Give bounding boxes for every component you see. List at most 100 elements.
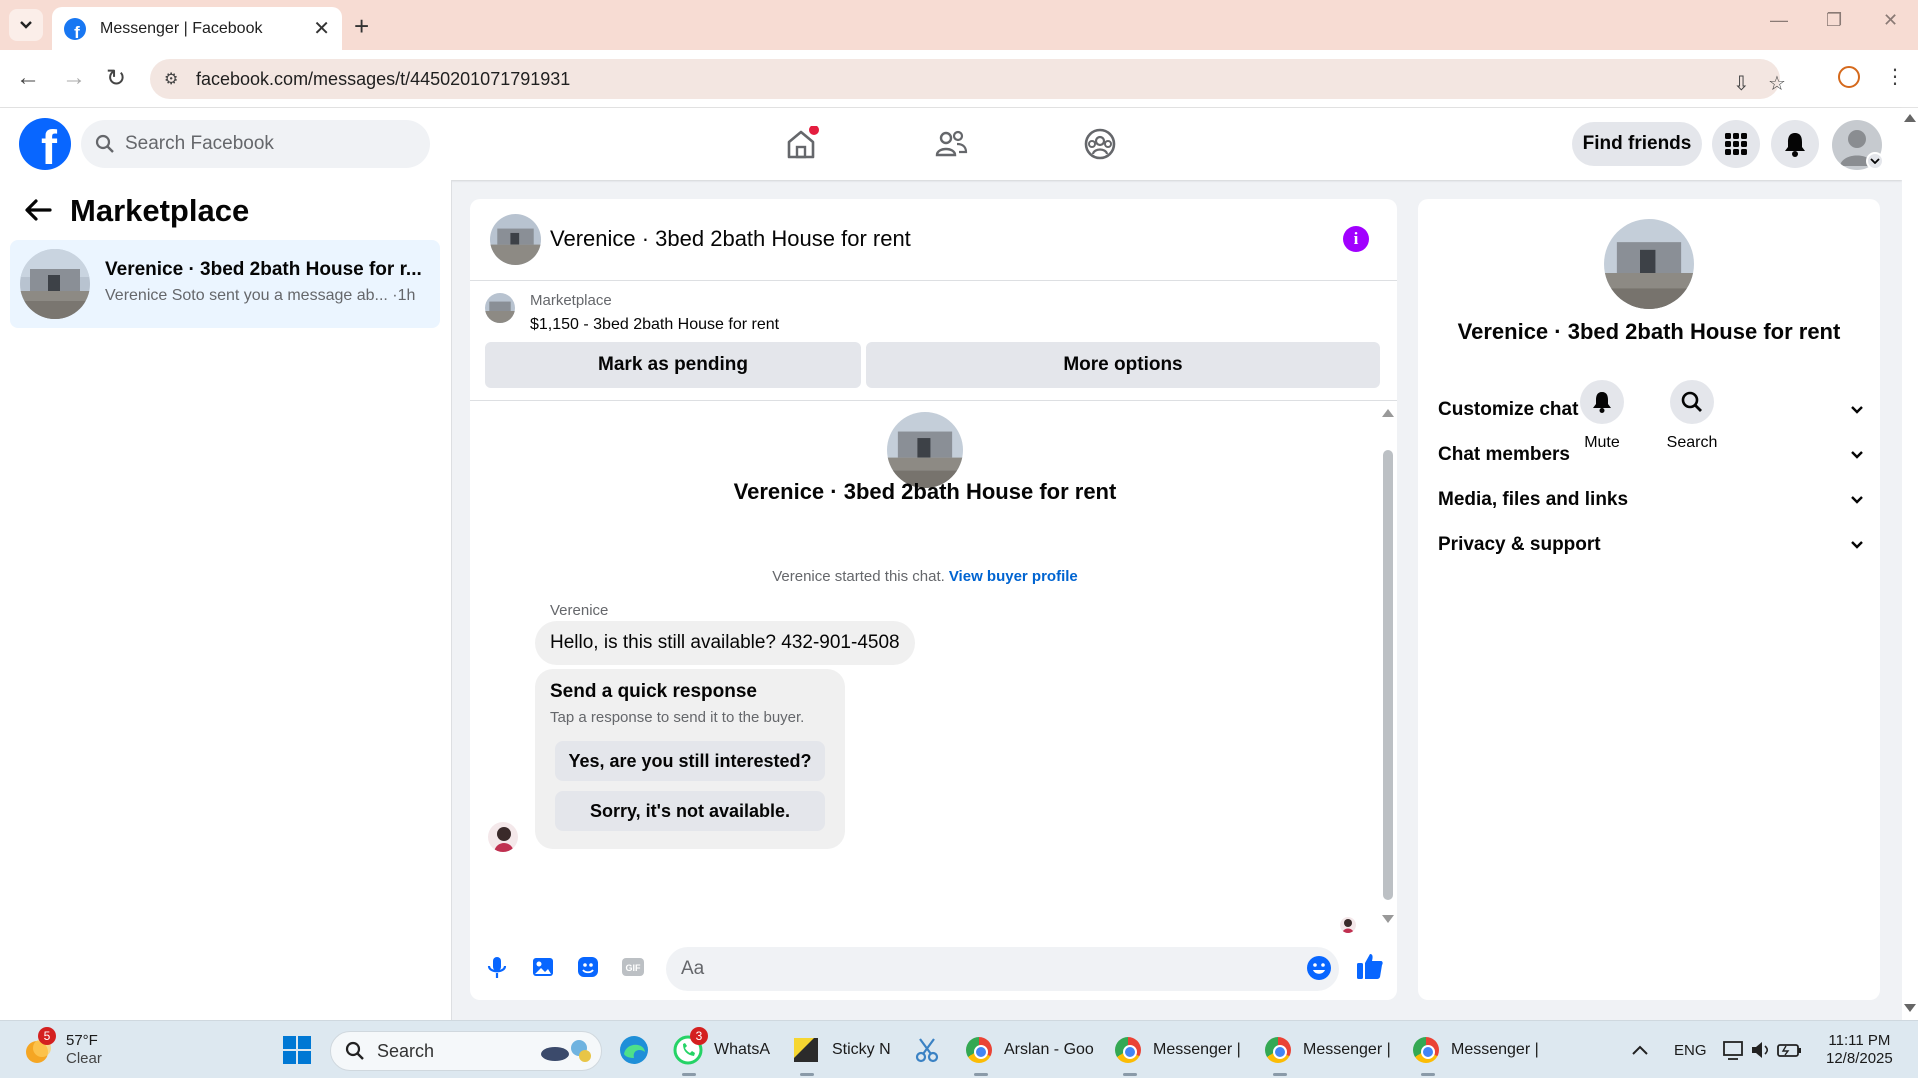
chat-avatar[interactable] (490, 214, 541, 265)
info-title: Verenice · 3bed 2bath House for rent (1457, 319, 1841, 344)
search-icon (95, 134, 114, 153)
url-omnibox[interactable]: ⚙ facebook.com/messages/t/44502010717919… (150, 59, 1786, 99)
edge-taskbar-icon[interactable] (618, 1021, 650, 1078)
window-close-icon[interactable]: ✕ (1883, 10, 1898, 31)
bookmark-star-icon[interactable]: ☆ (1768, 71, 1786, 96)
message-thread: Verenice · 3bed 2bath House for rent Ver… (470, 401, 1397, 933)
friends-icon[interactable] (933, 126, 969, 162)
chrome-icon (1115, 1037, 1141, 1063)
browser-tab[interactable]: f Messenger | Facebook ✕ (52, 7, 342, 50)
windows-taskbar: 5 57°F Clear Search 3 WhatsA Sticky N Ar… (0, 1020, 1918, 1078)
chrome-taskbar-item-4[interactable]: Messenger | (1413, 1021, 1539, 1078)
site-settings-icon[interactable]: ⚙ (164, 69, 186, 89)
home-icon[interactable] (783, 126, 819, 162)
edge-icon (620, 1036, 648, 1064)
new-tab-button[interactable]: + (354, 11, 369, 42)
thread-intro-title: Verenice · 3bed 2bath House for rent (733, 479, 1117, 504)
chevron-down-icon (20, 21, 32, 29)
system-tray-icons[interactable] (1722, 1021, 1802, 1078)
incoming-message-bubble[interactable]: Hello, is this still available? 432-901-… (535, 621, 915, 665)
show-hidden-icons-button[interactable] (1632, 1021, 1648, 1078)
tab-close-icon[interactable]: ✕ (313, 16, 330, 41)
chat-title[interactable]: Verenice · 3bed 2bath House for rent (550, 226, 911, 252)
quick-response-yes-button[interactable]: Yes, are you still interested? (555, 741, 825, 781)
sticky-notes-taskbar-item[interactable]: Sticky N (792, 1021, 891, 1078)
gif-icon[interactable]: GIF (620, 954, 646, 980)
start-button[interactable] (282, 1021, 312, 1078)
grid-icon (1725, 133, 1747, 155)
whatsapp-label: WhatsA (714, 1041, 771, 1058)
menu-grid-button[interactable] (1712, 120, 1760, 168)
browser-address-bar: ← → ↻ ⚙ facebook.com/messages/t/44502010… (0, 50, 1918, 108)
thumbs-up-icon[interactable] (1355, 951, 1385, 981)
chat-members-section[interactable]: Chat members (1438, 440, 1863, 470)
photo-icon[interactable] (530, 954, 556, 980)
emoji-icon[interactable] (1306, 955, 1332, 981)
media-files-links-section[interactable]: Media, files and links (1438, 485, 1863, 515)
message-input[interactable]: Aa (666, 947, 1339, 991)
quick-response-subtitle: Tap a response to send it to the buyer. (550, 709, 805, 726)
weather-widget[interactable]: 5 57°F Clear (22, 1021, 102, 1078)
facebook-favicon-icon: f (64, 17, 86, 40)
chrome-icon (1413, 1037, 1439, 1063)
more-options-button[interactable]: More options (866, 342, 1380, 388)
whatsapp-taskbar-item[interactable]: 3 WhatsA (672, 1021, 770, 1078)
chat-window: Verenice · 3bed 2bath House for rent i M… (470, 199, 1397, 1000)
restore-icon[interactable]: ❐ (1826, 10, 1842, 31)
customize-chat-section[interactable]: Customize chat (1438, 395, 1863, 425)
chrome-taskbar-item-3[interactable]: Messenger | (1265, 1021, 1391, 1078)
network-volume-battery-icon (1723, 1041, 1801, 1060)
page-scrollbar[interactable] (1902, 108, 1918, 1020)
thread-scrollbar[interactable] (1380, 405, 1394, 925)
find-friends-button[interactable]: Find friends (1572, 122, 1702, 166)
info-icon[interactable]: i (1343, 226, 1369, 252)
notifications-button[interactable] (1771, 120, 1819, 168)
chrome-taskbar-item-2[interactable]: Messenger | (1115, 1021, 1241, 1078)
install-app-icon[interactable]: ⇩ (1733, 71, 1750, 96)
taskbar-search[interactable]: Search (330, 1031, 602, 1071)
thread-intro-avatar (887, 412, 963, 488)
profile-icon[interactable] (1838, 66, 1860, 88)
chrome-icon (966, 1037, 992, 1063)
quick-response-card: Send a quick response Tap a response to … (535, 669, 845, 849)
snipping-tool-taskbar-icon[interactable] (912, 1021, 942, 1078)
chevron-down-icon (1851, 496, 1863, 504)
listing-price[interactable]: $1,150 - 3bed 2bath House for rent (530, 316, 779, 334)
privacy-support-section[interactable]: Privacy & support (1438, 530, 1863, 560)
account-chevron-icon[interactable] (1866, 152, 1884, 170)
taskbar-search-label: Search (377, 1040, 435, 1061)
facebook-header: f Search Facebook Find friends (0, 108, 1902, 180)
browser-menu-icon[interactable]: ⋮ (1885, 64, 1905, 89)
tab-title: Messenger | Facebook (100, 19, 263, 37)
chrome-window-1-label: Arslan - Goo (1004, 1041, 1094, 1058)
seen-receipt-avatar (1340, 917, 1356, 933)
mark-as-pending-button[interactable]: Mark as pending (485, 342, 861, 388)
chrome-window-2-label: Messenger | (1153, 1041, 1241, 1058)
bell-icon (1785, 133, 1805, 157)
tab-list-button[interactable] (9, 9, 43, 41)
chrome-taskbar-item-1[interactable]: Arslan - Goo (966, 1021, 1094, 1078)
chrome-icon (1265, 1037, 1291, 1063)
listing-thumbnail[interactable] (485, 293, 515, 323)
url-text: facebook.com/messages/t/4450201071791931 (196, 68, 571, 89)
microphone-icon[interactable] (484, 954, 510, 980)
sender-avatar[interactable] (488, 822, 518, 852)
listing-label: Marketplace (530, 292, 612, 309)
language-indicator[interactable]: ENG (1674, 1021, 1707, 1078)
sender-name: Verenice (550, 602, 609, 619)
facebook-search-input[interactable]: Search Facebook (81, 120, 430, 168)
facebook-logo-icon[interactable]: f (19, 118, 71, 170)
forward-icon[interactable]: → (62, 64, 86, 92)
message-composer: GIF Aa (470, 937, 1397, 997)
reload-icon[interactable]: ↻ (106, 64, 126, 93)
view-buyer-profile-link[interactable]: View buyer profile (949, 568, 1078, 585)
conversation-item[interactable]: Verenice · 3bed 2bath House for r... Ver… (10, 240, 440, 328)
quick-response-sorry-button[interactable]: Sorry, it's not available. (555, 791, 825, 831)
chrome-window-3-label: Messenger | (1303, 1041, 1391, 1058)
clock[interactable]: 11:11 PM 12/8/2025 (1826, 1021, 1893, 1078)
back-icon[interactable]: ← (16, 64, 40, 92)
back-arrow-icon[interactable] (24, 198, 52, 222)
sticker-icon[interactable] (575, 954, 601, 980)
minimize-icon[interactable]: — (1770, 10, 1788, 31)
groups-icon[interactable] (1082, 126, 1118, 162)
